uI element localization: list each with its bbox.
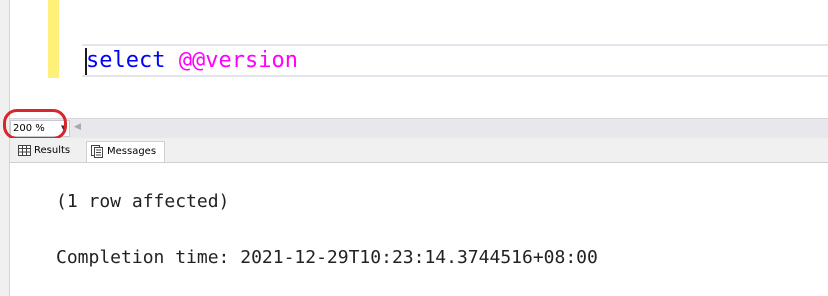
messages-pane[interactable]: (1 row affected) Completion time: 2021-1… <box>10 163 828 296</box>
rows-affected-message: (1 row affected) <box>56 191 230 212</box>
editor-status-strip: 200 % ▼ ◀ <box>10 118 828 139</box>
query-editor[interactable]: select @@version <box>10 0 828 118</box>
messages-icon <box>91 145 103 158</box>
tab-messages-label: Messages <box>107 146 157 157</box>
grid-icon <box>18 145 31 156</box>
completion-time-message: Completion time: 2021-12-29T10:23:14.374… <box>56 247 598 268</box>
tab-results-label: Results <box>34 145 71 156</box>
results-tab-strip: Results Messages <box>10 138 828 163</box>
sql-keyword: select <box>86 48 166 73</box>
change-tracking-bar <box>48 0 59 78</box>
tab-messages[interactable]: Messages <box>86 141 165 162</box>
text-caret <box>85 48 87 75</box>
window-left-edge <box>0 0 10 296</box>
tab-results[interactable]: Results <box>14 141 82 161</box>
code-line-1[interactable]: select @@version <box>86 46 298 76</box>
sql-global-variable: @@version <box>178 48 298 73</box>
annotation-circle <box>3 109 67 140</box>
scroll-left-icon[interactable]: ◀ <box>74 122 81 132</box>
